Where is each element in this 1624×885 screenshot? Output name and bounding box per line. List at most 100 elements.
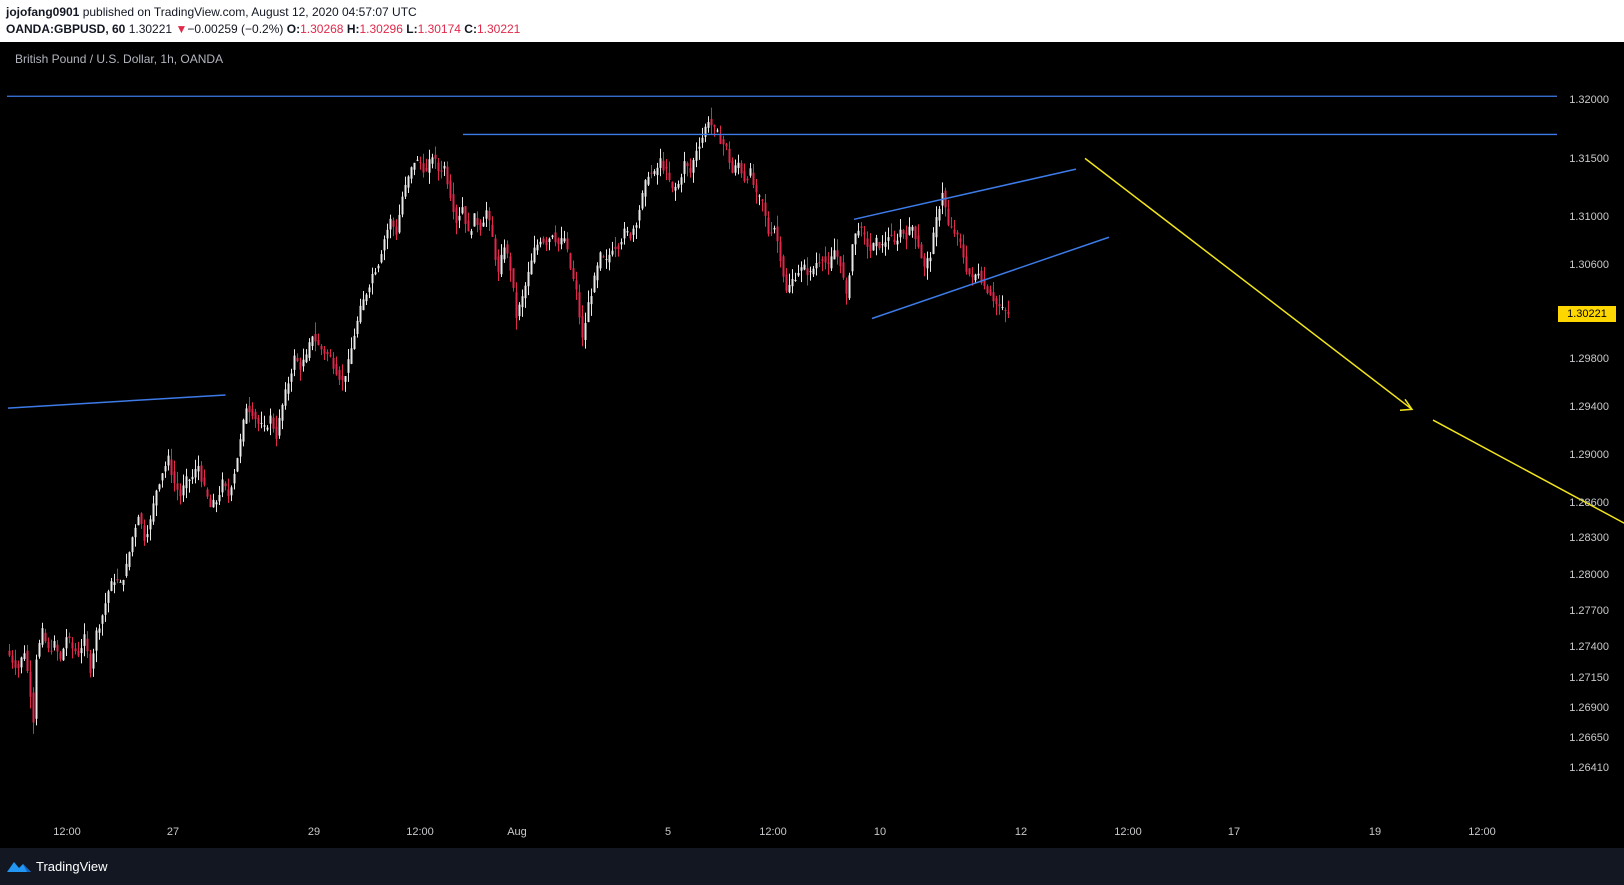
candle-body [779, 241, 782, 262]
candle-body [785, 274, 788, 291]
price-axis-label: 1.32000 [1569, 94, 1609, 106]
candle-body [62, 648, 65, 661]
candle-body [365, 294, 368, 302]
time-axis-label: 17 [1227, 826, 1241, 838]
candle-body [962, 244, 965, 258]
candle-body [728, 148, 731, 163]
candle-body [38, 643, 41, 657]
change-value: −0.00259 (−0.2%) [187, 22, 284, 36]
price-axis-label: 1.28600 [1569, 497, 1609, 509]
candle-body [956, 232, 959, 235]
candle-body [287, 383, 290, 394]
tradingview-brand[interactable]: TradingView [6, 858, 108, 874]
candle-body [581, 316, 584, 338]
candle-body [359, 305, 362, 323]
candle-body [263, 425, 266, 427]
candle-body [578, 292, 581, 318]
candle-body [167, 455, 170, 466]
candle-body [215, 502, 218, 505]
candle-body [677, 183, 680, 188]
candle-body [932, 232, 935, 254]
candle-body [590, 296, 593, 305]
candle-body [323, 348, 326, 354]
candle-body [209, 498, 212, 508]
time-axis-label: 10 [873, 826, 887, 838]
trendline[interactable] [7, 394, 226, 409]
candle-body [854, 233, 857, 245]
candle-body [473, 213, 476, 227]
candle-body [128, 552, 131, 568]
candle-body [188, 479, 191, 482]
candle-body [50, 650, 53, 652]
candle-body [488, 210, 491, 221]
candle-body [218, 494, 221, 502]
candle-body [866, 238, 869, 247]
candle-body [998, 304, 1001, 307]
candle-body [659, 158, 662, 168]
candle-body [965, 256, 968, 272]
candle-body [842, 262, 845, 278]
projection-arrow[interactable] [1084, 157, 1413, 410]
candle-body [464, 206, 467, 225]
candle-body [791, 279, 794, 287]
candle-body [308, 342, 311, 358]
candle-body [860, 226, 863, 228]
candle-body [446, 166, 449, 185]
candle-body [893, 239, 896, 243]
candle-body [668, 172, 671, 180]
candle-body [437, 162, 440, 172]
candle-body [458, 215, 461, 221]
candle-body [548, 238, 551, 243]
candle-body [761, 199, 764, 201]
candle-body [83, 634, 86, 646]
candle-body [800, 267, 803, 271]
candle-body [689, 167, 692, 173]
time-axis-label: 12:00 [53, 826, 81, 838]
candle-body [521, 296, 524, 308]
candle-body [407, 176, 410, 188]
candle-body [98, 628, 101, 633]
candle-body [827, 262, 830, 265]
candle-body [683, 161, 686, 174]
author-name[interactable]: jojofang0901 [6, 5, 79, 19]
candle-body [746, 178, 749, 181]
candle-body [170, 459, 173, 476]
candle-body [65, 637, 68, 649]
candle-body [101, 615, 104, 624]
candle-body [863, 232, 866, 235]
candle-body [371, 273, 374, 284]
candle-body [653, 171, 656, 174]
candle-body [14, 660, 17, 668]
candle-body [527, 271, 530, 287]
candle-body [926, 258, 929, 269]
candle-body [806, 268, 809, 276]
candle-body [707, 122, 710, 128]
candle-body [743, 170, 746, 182]
candle-body [884, 242, 887, 247]
candle-body [695, 150, 698, 161]
candle-body [452, 194, 455, 213]
candle-body [461, 207, 464, 214]
candle-body [146, 534, 149, 538]
channel-lower[interactable] [871, 236, 1110, 320]
open-label: O: [286, 22, 301, 36]
candle-body [821, 259, 824, 261]
candle-body [506, 244, 509, 254]
candle-body [617, 245, 620, 250]
chart-area[interactable]: British Pound / U.S. Dollar, 1h, OANDA 1… [0, 42, 1624, 848]
candle-body [536, 244, 539, 251]
candle-body [614, 246, 617, 250]
chart-canvas[interactable] [0, 42, 1624, 848]
price-axis-label: 1.27700 [1569, 605, 1609, 617]
candle-body [137, 516, 140, 526]
candle-body [329, 354, 332, 357]
candle-body [902, 230, 905, 234]
candle-body [641, 193, 644, 209]
candle-body [416, 159, 419, 161]
low-value: 1.30174 [417, 22, 461, 36]
candle-body [230, 487, 233, 496]
channel-upper[interactable] [853, 168, 1077, 221]
candle-body [605, 259, 608, 261]
candle-body [269, 415, 272, 424]
candle-body [953, 229, 956, 234]
